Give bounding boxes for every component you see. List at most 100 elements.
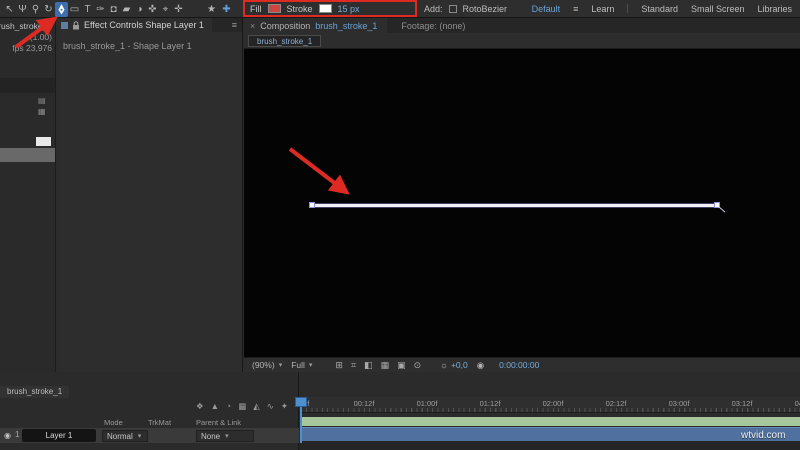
hand-tool-icon[interactable]: Ψ (16, 2, 29, 17)
project-divider-band (0, 78, 55, 93)
camera-tool-icon[interactable]: ⌖ (159, 2, 172, 17)
add-label: Add: (424, 3, 443, 14)
tab-composition[interactable]: × Composition brush_stroke_1 (244, 18, 388, 33)
brush-stroke-path[interactable] (313, 204, 719, 207)
panel-menu-icon[interactable]: ≡ (232, 20, 237, 30)
current-time-display[interactable]: 0:00:00:00 (499, 360, 539, 370)
draft-3d-icon[interactable]: ▲ (211, 401, 219, 412)
close-icon[interactable]: × (250, 21, 255, 31)
roto-brush-tool-icon[interactable]: ◑ (133, 2, 146, 17)
magnification-value: (90%) (252, 360, 275, 370)
snapshot-icon[interactable]: ◉ (477, 360, 484, 371)
resolution-dropdown[interactable]: Full ▾ (291, 360, 312, 370)
blend-mode-dropdown[interactable]: Normal ▾ (102, 430, 148, 442)
rotobezier-label[interactable]: RotoBezier (463, 4, 508, 14)
list-view-icon[interactable]: ▤ (38, 96, 46, 105)
lock-icon[interactable] (72, 20, 80, 30)
effect-controls-tabbar: Effect Controls Shape Layer 1 (57, 18, 242, 32)
layer-row[interactable]: ◉ 1 Layer 1 Normal ▾ None ▾ (0, 428, 299, 443)
composition-panel: × Composition brush_stroke_1 Footage: (n… (244, 18, 800, 372)
timeline-tab[interactable]: brush_stroke_1 (0, 386, 70, 398)
workspace-item-small-screen[interactable]: Small Screen (691, 4, 745, 14)
snap-icon[interactable]: ✚ (220, 2, 233, 17)
brainstorm-icon[interactable]: ✦ (281, 401, 288, 412)
divider (627, 4, 629, 13)
watermark: wtvid.com (741, 430, 786, 441)
workspace-item-learn[interactable]: Learn (591, 4, 614, 14)
composition-tab-label: Composition (260, 20, 311, 31)
fill-stroke-controls: Fill Stroke 15 px (250, 0, 360, 17)
pen-options: Add: RotoBezier (424, 0, 507, 17)
fill-color-swatch[interactable] (267, 4, 281, 13)
stroke-color-swatch[interactable] (318, 4, 332, 13)
ruler-label: 04:00f (794, 399, 800, 408)
grid-guides-icon[interactable]: ⊞ (335, 360, 343, 371)
parent-link-value: None (201, 431, 221, 441)
chevron-down-icon: ▾ (308, 362, 313, 369)
brush-tool-icon[interactable]: ✑ (94, 2, 107, 17)
motion-blur-icon[interactable]: ◭ (253, 401, 260, 412)
ruler-label: 01:12f (479, 399, 501, 408)
ruler-label: 03:12f (731, 399, 753, 408)
path-vertex-left[interactable] (309, 202, 315, 208)
comp-panel-footer: (90%) ▾ Full ▾ ⊞ ⌗ ◧ ▦ ▣ ⊙ ☼ +0,0 ◉ 0:00… (244, 357, 800, 372)
shape-tool-icon[interactable]: ▭ (68, 2, 81, 17)
project-comp-name[interactable]: brush_stroke_1 ▼ (0, 21, 55, 32)
parent-link-dropdown[interactable]: None ▾ (196, 430, 254, 442)
rotation-tool-icon[interactable]: ↻ (42, 2, 55, 17)
workspace-item-standard[interactable]: Standard (641, 4, 678, 14)
pan-behind-tool-icon[interactable]: ✛ (172, 2, 185, 17)
stroke-label[interactable]: Stroke (287, 4, 313, 14)
comp-navigator-button[interactable]: brush_stroke_1 (248, 35, 322, 47)
mask-visibility-icon[interactable]: ⌗ (351, 360, 356, 371)
timeline-layer-column: brush_stroke_1 ❖ ▲ ◔ ▦ ◭ ∿ ✦ Mode TrkMat… (0, 372, 299, 450)
puppet-pin-tool-icon[interactable]: ✜ (146, 2, 159, 17)
layer-name[interactable]: Layer 1 (22, 429, 96, 442)
tool-strip: ↖ Ψ ⚲ ↻ ▭ T ✑ ◘ ▰ ◑ ✜ ⌖ ✛ ★ ✚ (3, 1, 233, 17)
pixel-aspect-icon[interactable]: ▣ (397, 360, 406, 371)
eraser-tool-icon[interactable]: ▰ (120, 2, 133, 17)
layer-duration-bar[interactable] (301, 427, 800, 441)
workspace-menu-icon[interactable]: ≡ (573, 4, 578, 14)
tab-footage[interactable]: Footage: (none) (387, 18, 480, 33)
footage-thumbnail[interactable] (36, 137, 51, 146)
exposure-value: +0,0 (450, 360, 468, 370)
selected-project-item[interactable] (0, 148, 55, 162)
exposure-icon: ☼ (440, 360, 448, 370)
panel-icon (61, 21, 68, 29)
zoom-tool-icon[interactable]: ⚲ (29, 2, 42, 17)
rotobezier-checkbox[interactable] (448, 4, 457, 13)
selection-tool-icon[interactable]: ↖ (3, 2, 16, 17)
region-of-interest-icon[interactable]: ◧ (364, 360, 373, 371)
stroke-width-value[interactable]: 15 px (338, 4, 360, 14)
thumb-view-icon[interactable]: ▦ (38, 107, 46, 116)
comp-mini-flowchart-icon[interactable]: ❖ (196, 401, 204, 412)
frame-blend-icon[interactable]: ▦ (238, 401, 246, 412)
workspace-item-default[interactable]: Default (532, 4, 561, 14)
hide-shy-layers-icon[interactable]: ◔ (226, 401, 231, 412)
graph-editor-icon[interactable]: ∿ (267, 401, 274, 412)
fast-previews-icon[interactable]: ⊙ (414, 360, 422, 371)
type-tool-icon[interactable]: T (81, 2, 94, 17)
composition-nav-row: brush_stroke_1 (244, 33, 800, 49)
chevron-down-icon: ▾ (278, 362, 283, 369)
composition-viewport[interactable] (244, 49, 800, 357)
playhead-handle[interactable] (295, 397, 307, 407)
magnification-dropdown[interactable]: (90%) ▾ (252, 360, 282, 370)
exposure-control[interactable]: ☼ +0,0 (440, 360, 468, 370)
workspace-item-libraries[interactable]: Libraries (757, 4, 792, 14)
time-ruler[interactable]: 0:00f 00:12f 01:00f 01:12f 02:00f 02:12f… (299, 397, 800, 413)
ruler-label: 02:12f (605, 399, 627, 408)
chevron-down-icon: ▾ (225, 433, 229, 440)
fill-label[interactable]: Fill (250, 4, 262, 14)
clone-stamp-tool-icon[interactable]: ◘ (107, 2, 120, 17)
effect-controls-tab[interactable]: Effect Controls Shape Layer 1 (57, 18, 212, 32)
eye-icon[interactable]: ◉ (4, 431, 11, 440)
project-frame-rate: 23,976 fps (12, 43, 52, 53)
timeline-panel: brush_stroke_1 ❖ ▲ ◔ ▦ ◭ ∿ ✦ Mode TrkMat… (0, 372, 800, 450)
star-icon[interactable]: ★ (205, 2, 218, 17)
pen-tool-icon[interactable] (55, 1, 68, 17)
column-header-mode: Mode (104, 418, 123, 427)
transparency-grid-icon[interactable]: ▦ (381, 360, 390, 371)
ruler-label: 01:00f (416, 399, 438, 408)
